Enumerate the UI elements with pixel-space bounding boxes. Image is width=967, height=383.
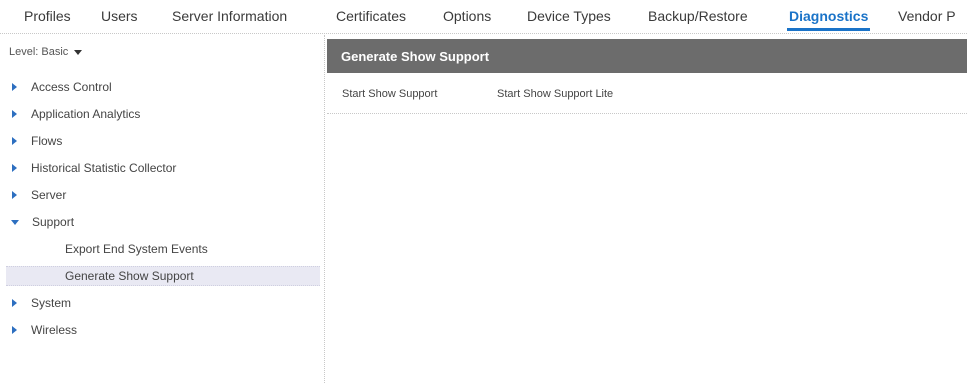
start-show-support-lite-button[interactable]: Start Show Support Lite	[497, 88, 613, 100]
tree-item-label: Wireless	[31, 323, 78, 337]
panel-content	[327, 116, 967, 383]
tab-users[interactable]: Users	[101, 7, 138, 25]
tree-item-generate-show-support[interactable]: Generate Show Support	[6, 266, 320, 286]
tab-backup-restore[interactable]: Backup/Restore	[648, 7, 748, 25]
tree-item-system[interactable]: System	[6, 293, 320, 313]
level-selector[interactable]: Level: Basic	[9, 46, 83, 58]
tab-profiles[interactable]: Profiles	[24, 7, 71, 25]
tab-server-information[interactable]: Server Information	[172, 7, 287, 25]
tree-item-label: Server	[31, 188, 67, 202]
expand-arrow-icon	[12, 110, 17, 118]
chevron-down-icon	[74, 49, 83, 55]
tab-vendor[interactable]: Vendor P	[898, 7, 956, 25]
expand-arrow-icon	[12, 191, 17, 199]
tree-item-label: Historical Statistic Collector	[31, 161, 177, 175]
tree-item-label: Flows	[31, 134, 63, 148]
tree-item-historical-statistic-collector[interactable]: Historical Statistic Collector	[6, 158, 320, 178]
start-show-support-button[interactable]: Start Show Support	[342, 88, 437, 100]
tree-item-flows[interactable]: Flows	[6, 131, 320, 151]
tree-item-label: Access Control	[31, 80, 112, 94]
navigation-panel: Level: Basic Access Control Application …	[0, 35, 325, 383]
tree-item-label: Application Analytics	[31, 107, 141, 121]
tree-item-support[interactable]: Support	[6, 212, 320, 232]
expand-arrow-icon	[12, 299, 17, 307]
tree-item-wireless[interactable]: Wireless	[6, 320, 320, 340]
panel-title: Generate Show Support	[327, 39, 967, 73]
panel-toolbar: Start Show Support Start Show Support Li…	[327, 80, 967, 114]
tab-diagnostics[interactable]: Diagnostics	[786, 7, 871, 31]
collapse-arrow-icon	[11, 219, 19, 225]
expand-arrow-icon	[12, 137, 17, 145]
expand-arrow-icon	[12, 326, 17, 334]
tab-certificates[interactable]: Certificates	[336, 7, 406, 25]
tree-item-application-analytics[interactable]: Application Analytics	[6, 104, 320, 124]
tree-item-label: Export End System Events	[65, 242, 208, 256]
level-label: Level: Basic	[9, 46, 69, 58]
tree-item-label: Generate Show Support	[65, 269, 194, 283]
tab-bar: Profiles Users Server Information Certif…	[0, 0, 967, 34]
expand-arrow-icon	[12, 83, 17, 91]
tree-item-label: Support	[32, 215, 75, 229]
tree-item-label: System	[31, 296, 72, 310]
expand-arrow-icon	[12, 164, 17, 172]
tree-item-export-end-system-events[interactable]: Export End System Events	[6, 239, 320, 259]
tab-options[interactable]: Options	[443, 7, 491, 25]
tab-device-types[interactable]: Device Types	[527, 7, 611, 25]
tree-item-access-control[interactable]: Access Control	[6, 77, 320, 97]
tree-item-server[interactable]: Server	[6, 185, 320, 205]
